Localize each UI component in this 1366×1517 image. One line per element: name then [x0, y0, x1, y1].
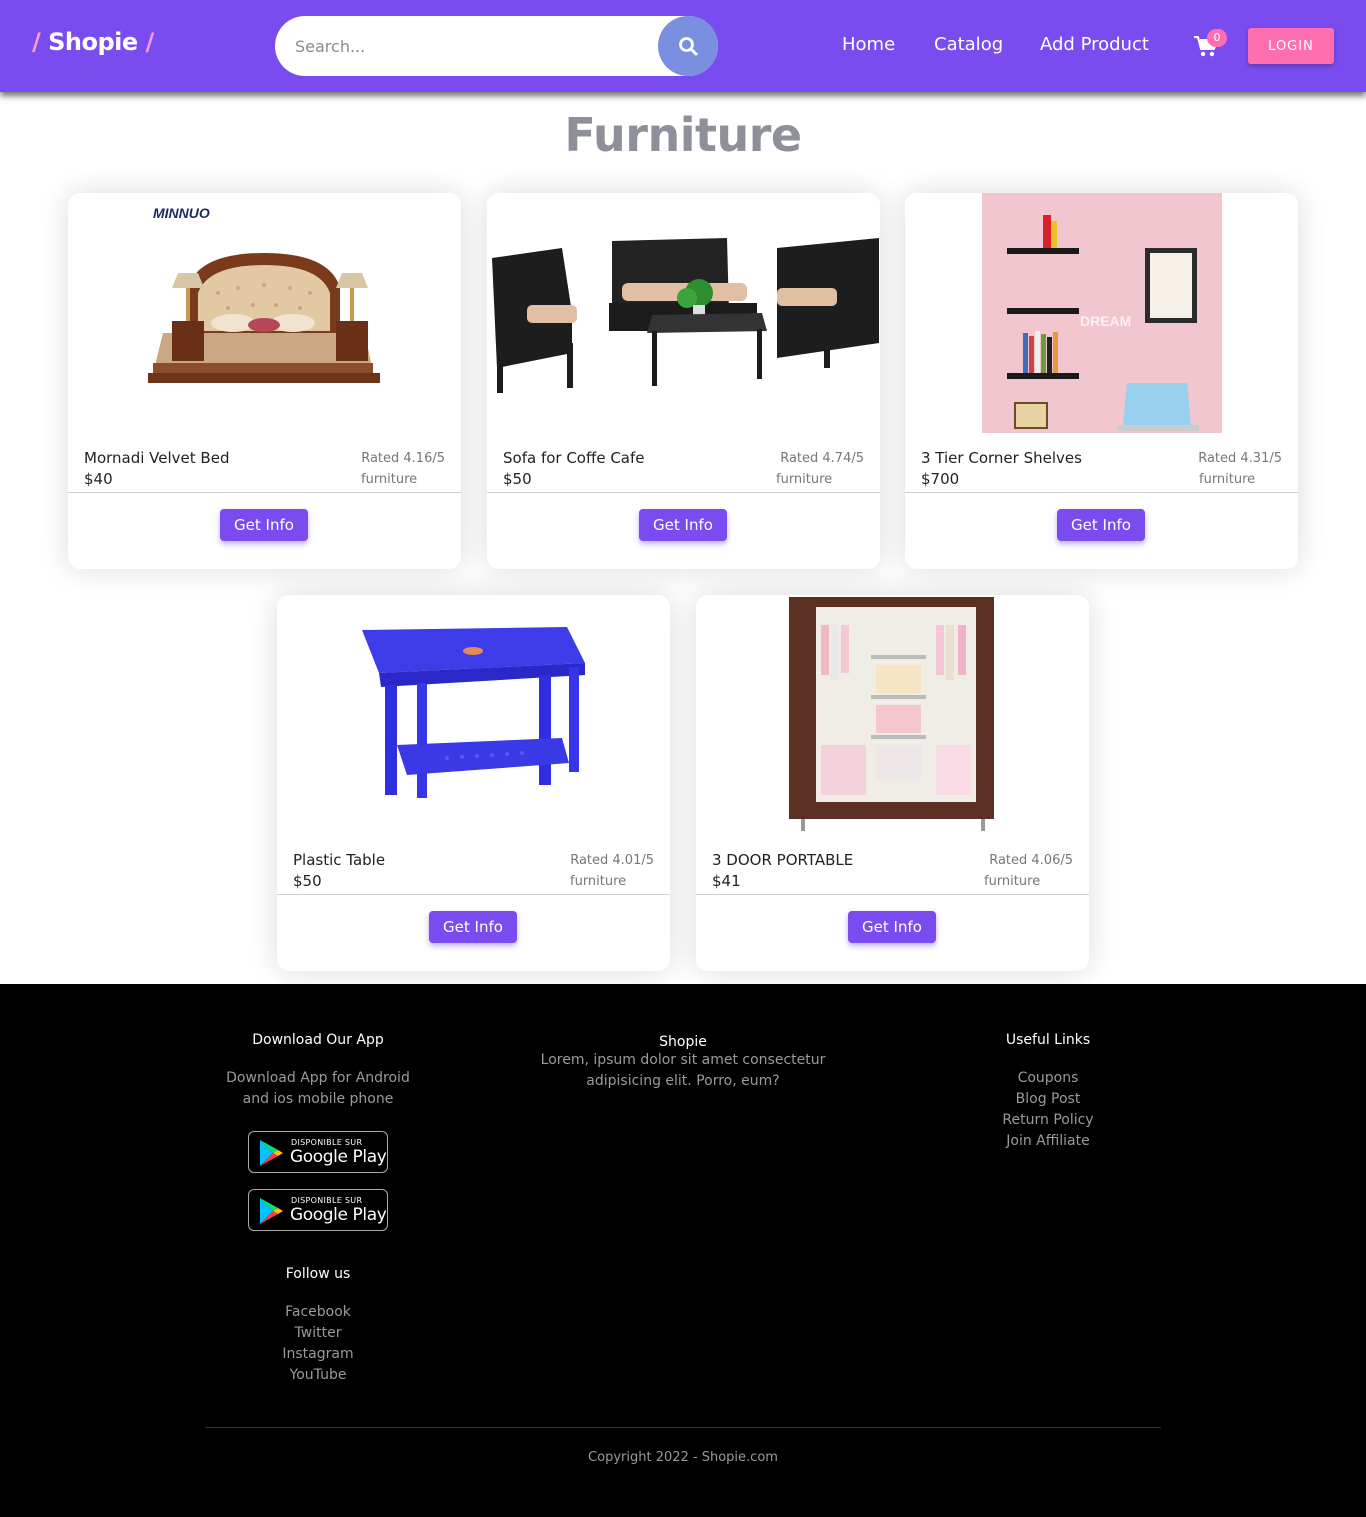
footer-link-youtube[interactable]: YouTube [205, 1365, 431, 1386]
google-play-small-text: DISPONIBLE SUR [291, 1196, 363, 1205]
google-play-icon [260, 1140, 283, 1166]
product-name: Mornadi Velvet Bed [84, 449, 230, 467]
get-info-button[interactable]: Get Info [1057, 509, 1145, 541]
footer-app-title: Download Our App [252, 1032, 384, 1048]
search-input[interactable] [275, 16, 675, 76]
product-rating: Rated 4.31/5 [1198, 451, 1282, 466]
product-category: furniture [776, 472, 833, 487]
google-play-big-text: Google Play [290, 1147, 387, 1167]
bed-brand-logo: MINNUO [153, 205, 210, 221]
brand-slash-right: / [145, 28, 155, 56]
product-image-bed[interactable]: MINNUO [68, 193, 461, 433]
google-play-big-text: Google Play [290, 1205, 387, 1225]
product-name: 3 DOOR PORTABLE [712, 851, 854, 869]
product-price: $50 [293, 872, 322, 890]
card-divider [905, 492, 1298, 493]
footer-app-column: Download Our App Download App for Androi… [205, 1032, 431, 1110]
product-price: $41 [712, 872, 741, 890]
footer-link-return-policy[interactable]: Return Policy [948, 1110, 1148, 1131]
footer-link-instagram[interactable]: Instagram [205, 1344, 431, 1365]
card-divider [487, 492, 880, 493]
footer-about-column: Shopie Lorem, ipsum dolor sit amet conse… [520, 1034, 846, 1092]
footer-link-facebook[interactable]: Facebook [205, 1302, 431, 1323]
brand-slash-left: / [32, 28, 41, 56]
footer-link-join-affiliate[interactable]: Join Affiliate [948, 1131, 1148, 1152]
footer-useful-column: Useful Links Coupons Blog Post Return Po… [948, 1032, 1148, 1152]
page-title: Furniture [564, 108, 802, 162]
product-category: furniture [984, 874, 1041, 889]
get-info-button[interactable]: Get Info [220, 509, 308, 541]
footer-about-title: Shopie [659, 1034, 707, 1050]
get-info-button[interactable]: Get Info [848, 911, 936, 943]
google-play-badge[interactable]: DISPONIBLE SUR Google Play [248, 1189, 388, 1231]
search-icon [679, 37, 698, 56]
product-card: 3 DOOR PORTABLE $41 Rated 4.06/5 furnitu… [696, 595, 1089, 971]
product-card: DREAM 3 Tier Corner Shelves $700 Rated 4… [905, 193, 1298, 569]
footer-link-coupons[interactable]: Coupons [948, 1068, 1148, 1089]
google-play-icon [260, 1198, 283, 1224]
product-price: $40 [84, 470, 113, 488]
card-divider [277, 894, 670, 895]
product-image-plastic-table[interactable] [277, 595, 670, 835]
get-info-button[interactable]: Get Info [639, 509, 727, 541]
footer-divider [205, 1427, 1161, 1428]
product-rating: Rated 4.16/5 [361, 451, 445, 466]
product-image-wardrobe[interactable] [696, 595, 1089, 835]
nav-catalog[interactable]: Catalog [934, 34, 1003, 55]
product-name: 3 Tier Corner Shelves [921, 449, 1082, 467]
footer-link-twitter[interactable]: Twitter [205, 1323, 431, 1344]
product-rating: Rated 4.06/5 [989, 853, 1073, 868]
product-rating: Rated 4.01/5 [570, 853, 654, 868]
product-category: furniture [361, 472, 418, 487]
login-button[interactable]: LOGIN [1248, 28, 1334, 64]
product-image-corner-shelves[interactable]: DREAM [905, 193, 1298, 433]
search-bar [275, 16, 718, 76]
product-name: Plastic Table [293, 851, 386, 869]
product-category: furniture [1199, 472, 1256, 487]
copyright-text: Copyright 2022 - Shopie.com [588, 1450, 778, 1465]
footer-app-text-1: Download App for Android [226, 1070, 410, 1086]
card-divider [68, 492, 461, 493]
product-price: $700 [921, 470, 960, 488]
nav-home[interactable]: Home [842, 34, 895, 55]
brand-logo[interactable]: / Shopie / [32, 28, 154, 56]
footer-about-text-2: adipisicing elit. Porro, eum? [586, 1073, 780, 1089]
footer-follow-column: Follow us Facebook Twitter Instagram You… [205, 1266, 431, 1386]
product-card: Sofa for Coffe Cafe $50 Rated 4.74/5 fur… [487, 193, 880, 569]
product-card: Plastic Table $50 Rated 4.01/5 furniture… [277, 595, 670, 971]
brand-name: Shopie [48, 28, 138, 56]
footer-follow-title: Follow us [285, 1266, 351, 1282]
navbar: / Shopie / Home Catalog Add Product 0 LO… [0, 0, 1366, 92]
footer-useful-title: Useful Links [1005, 1032, 1091, 1048]
product-card: MINNUO Mornadi Velvet Bed $40 Rated 4.16… [68, 193, 461, 569]
nav-add-product[interactable]: Add Product [1040, 34, 1149, 55]
card-divider [696, 894, 1089, 895]
product-category: furniture [570, 874, 627, 889]
footer: Download Our App Download App for Androi… [0, 984, 1366, 1517]
shelves-watermark: DREAM [1080, 313, 1131, 329]
footer-about-text-1: Lorem, ipsum dolor sit amet consectetur [540, 1052, 826, 1068]
cart-count-badge: 0 [1207, 29, 1227, 47]
google-play-small-text: DISPONIBLE SUR [291, 1138, 363, 1147]
product-name: Sofa for Coffe Cafe [503, 449, 645, 467]
get-info-button[interactable]: Get Info [429, 911, 517, 943]
product-image-sofa-set[interactable] [487, 193, 880, 433]
google-play-badge[interactable]: DISPONIBLE SUR Google Play [248, 1131, 388, 1173]
footer-link-blog-post[interactable]: Blog Post [948, 1089, 1148, 1110]
product-price: $50 [503, 470, 532, 488]
footer-app-text-2: and ios mobile phone [242, 1091, 394, 1107]
product-rating: Rated 4.74/5 [780, 451, 864, 466]
search-button[interactable] [658, 16, 718, 76]
